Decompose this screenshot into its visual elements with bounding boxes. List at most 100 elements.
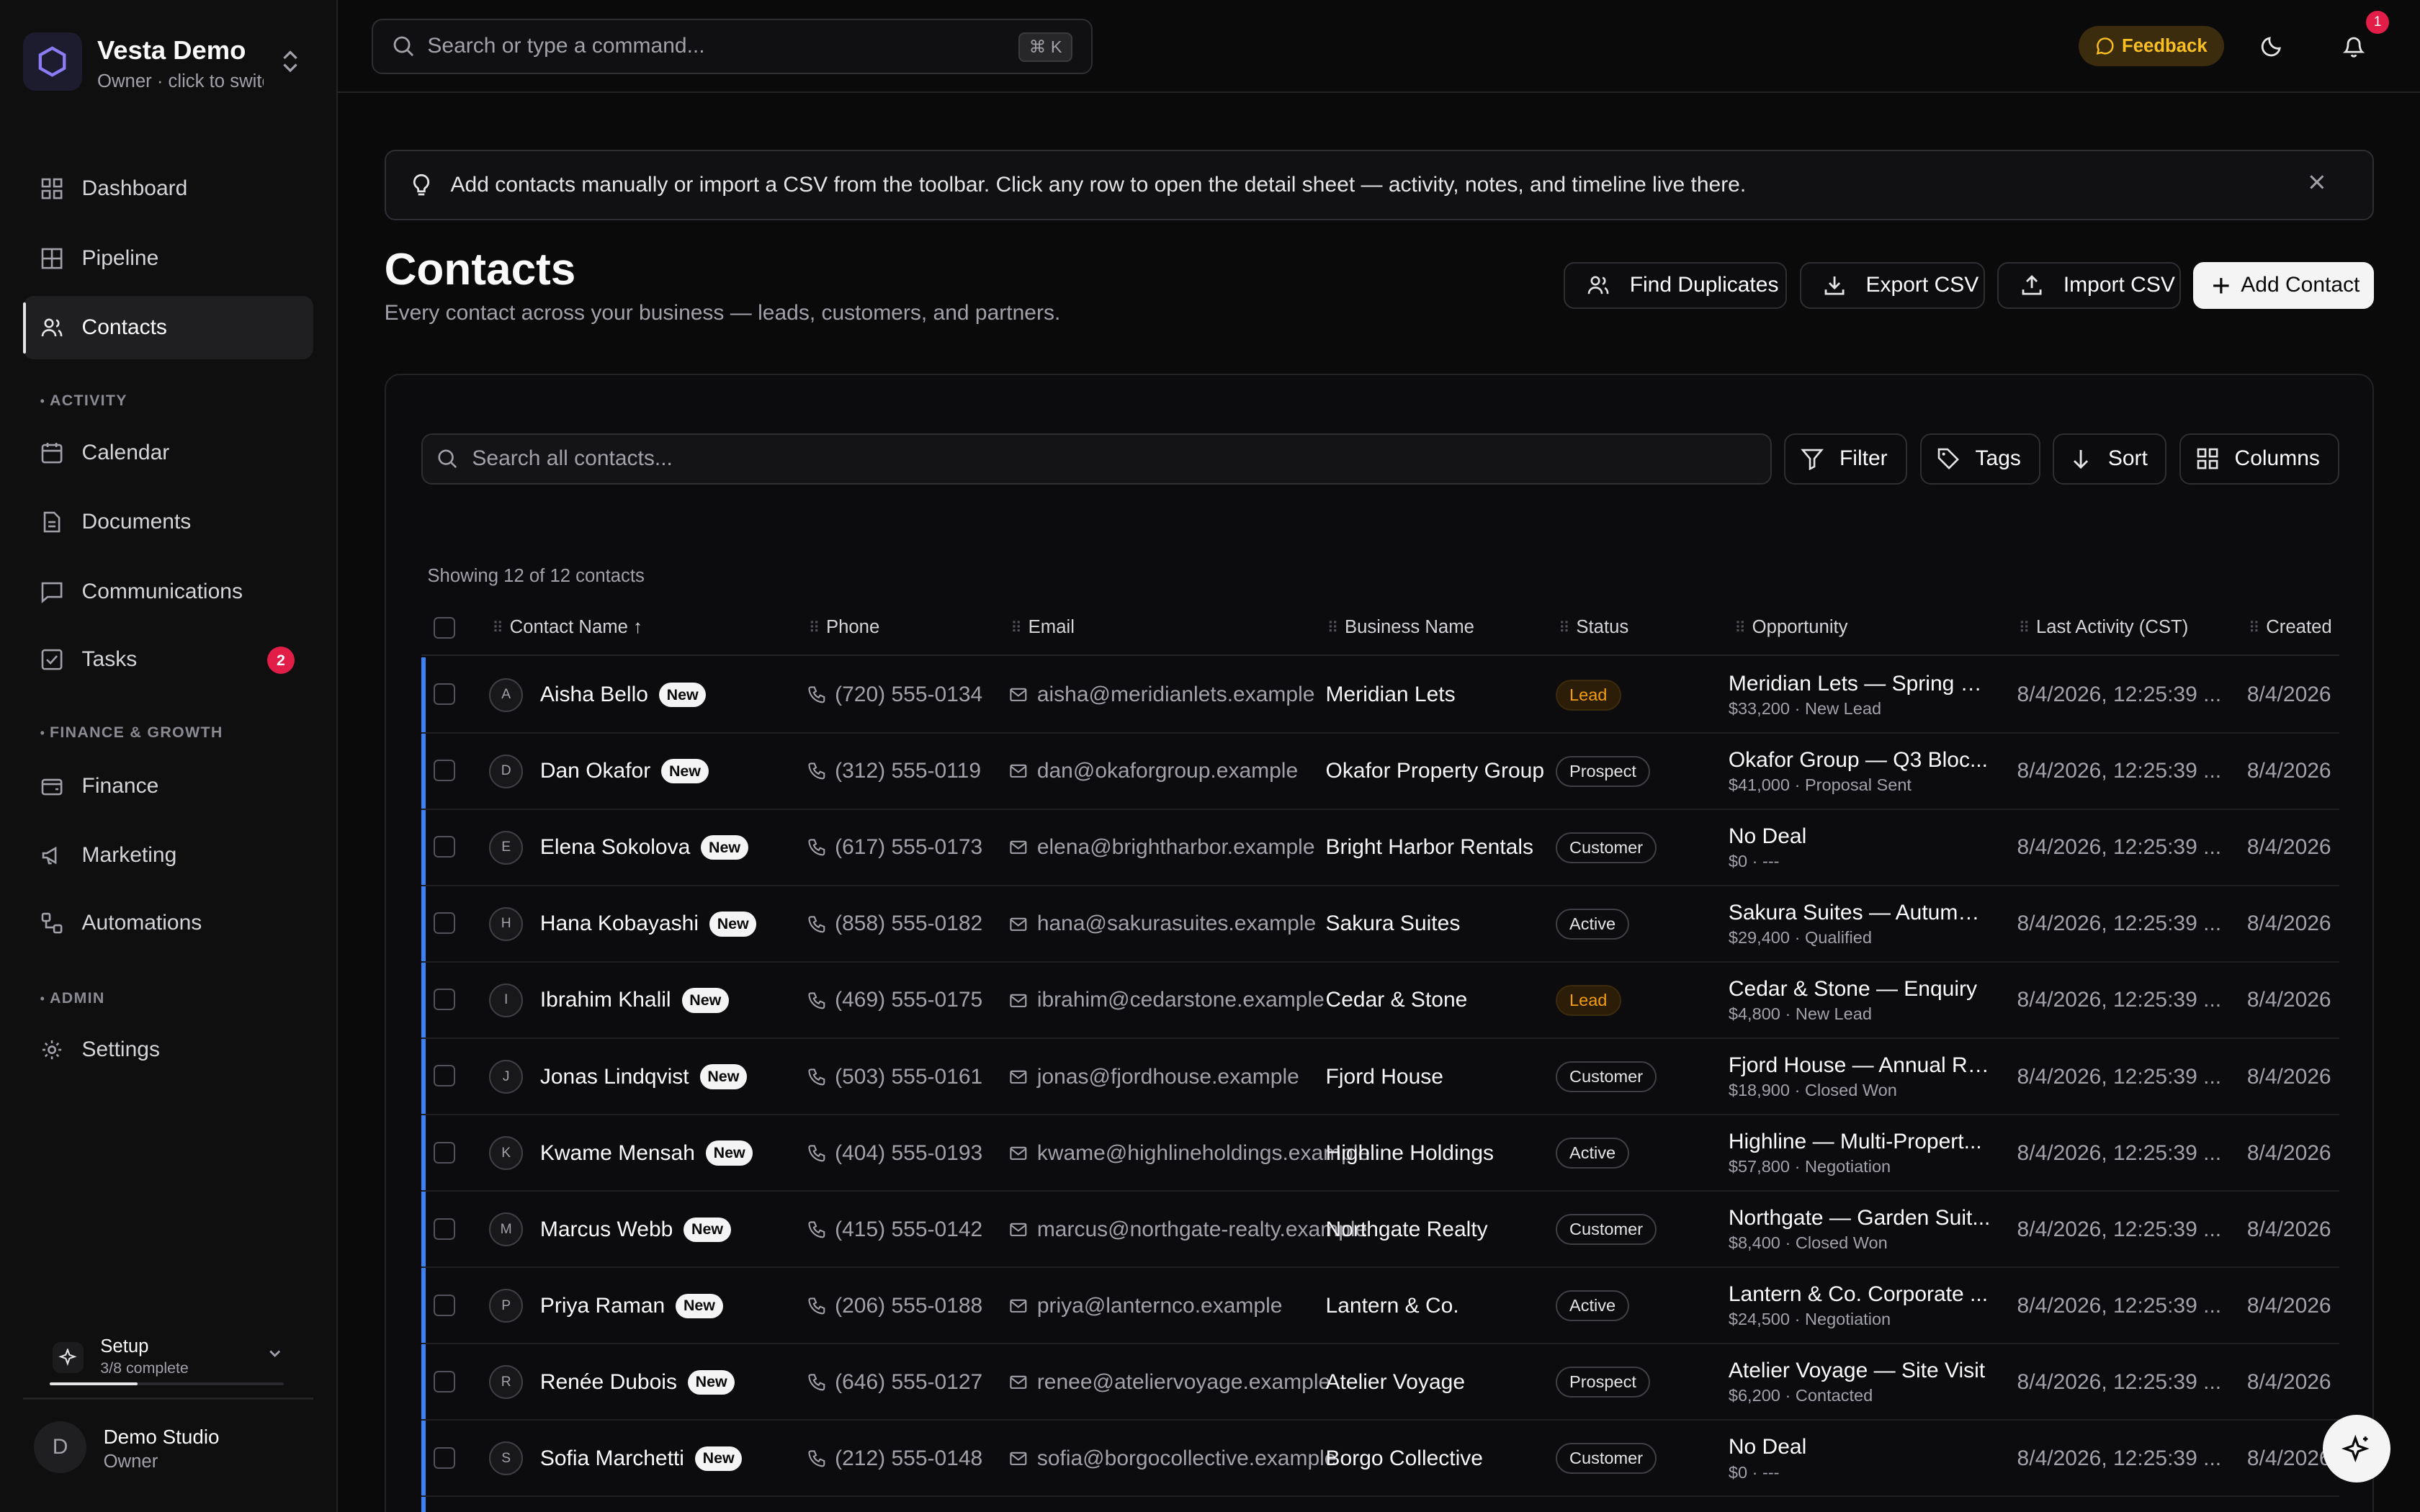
contact-name[interactable]: Hana Kobayashi xyxy=(540,912,699,936)
sidebar-item-communications[interactable]: Communications xyxy=(23,560,313,624)
table-row[interactable]: E Elena Sokolova New (617) 555-0173 elena@br… xyxy=(421,810,2340,886)
table-row[interactable]: M Marcus Webb New (415) 555-0142 marcus@nort… xyxy=(421,1192,2340,1269)
contact-phone[interactable]: (646) 555-0127 xyxy=(835,1370,982,1395)
column-header-last-activity[interactable]: ⠿ Last Activity (CST) xyxy=(2019,617,2189,638)
column-header-business-name[interactable]: ⠿ Business Name xyxy=(1327,617,1474,638)
sidebar-item-contacts[interactable]: Contacts xyxy=(23,296,313,360)
contact-name[interactable]: Priya Raman xyxy=(540,1294,665,1318)
row-checkbox[interactable] xyxy=(433,1065,455,1087)
row-checkbox[interactable] xyxy=(433,1141,455,1164)
contact-email[interactable]: ibrahim@cedarstone.example xyxy=(1037,988,1325,1012)
opportunity-title[interactable]: Lantern & Co. Corporate ... xyxy=(1729,1282,1991,1307)
close-icon[interactable] xyxy=(2308,173,2326,192)
sidebar-item-finance[interactable]: Finance xyxy=(23,755,313,818)
filter-button[interactable]: Filter xyxy=(1783,433,1908,485)
opportunity-title[interactable]: Atelier Voyage — Site Visit xyxy=(1729,1359,1991,1383)
find-duplicates-button[interactable]: Find Duplicates xyxy=(1563,262,1788,309)
drag-handle-icon[interactable]: ⠿ xyxy=(2249,619,2260,636)
contact-name[interactable]: Sofia Marchetti xyxy=(540,1446,684,1471)
contact-phone[interactable]: (404) 555-0193 xyxy=(835,1141,982,1166)
columns-button[interactable]: Columns xyxy=(2179,433,2340,485)
opportunity-title[interactable]: Fjord House — Annual Re... xyxy=(1729,1053,1991,1078)
contact-email[interactable]: sofia@borgocollective.example xyxy=(1037,1446,1337,1471)
row-checkbox[interactable] xyxy=(433,683,455,706)
drag-handle-icon[interactable]: ⠿ xyxy=(2019,619,2030,636)
row-checkbox[interactable] xyxy=(433,1218,455,1240)
row-checkbox[interactable] xyxy=(433,1446,455,1469)
contact-email[interactable]: kwame@highlineholdings.example xyxy=(1037,1141,1370,1166)
contact-name[interactable]: Kwame Mensah xyxy=(540,1141,695,1166)
contact-phone[interactable]: (720) 555-0134 xyxy=(835,683,982,707)
sort-button[interactable]: Sort xyxy=(2052,433,2167,485)
contact-email[interactable]: elena@brightharbor.example xyxy=(1037,835,1315,860)
sidebar-item-documents[interactable]: Documents xyxy=(23,490,313,554)
setup-progress[interactable]: Setup 3/8 complete xyxy=(49,1330,297,1392)
theme-toggle-button[interactable] xyxy=(2255,30,2289,63)
contacts-search-input[interactable]: Search all contacts... xyxy=(421,433,1772,485)
opportunity-title[interactable]: No Deal xyxy=(1729,824,1991,849)
drag-handle-icon[interactable]: ⠿ xyxy=(1010,619,1022,636)
contact-phone[interactable]: (206) 555-0188 xyxy=(835,1294,982,1318)
contact-email[interactable]: hana@sakurasuites.example xyxy=(1037,912,1316,936)
row-checkbox[interactable] xyxy=(433,1294,455,1316)
workspace-switcher[interactable]: Vesta Demo Owner · click to switch xyxy=(23,30,332,97)
contact-name[interactable]: Ibrahim Khalil xyxy=(540,988,671,1012)
column-header-phone[interactable]: ⠿ Phone xyxy=(809,617,880,638)
contact-name[interactable]: Renée Dubois xyxy=(540,1370,677,1395)
table-row[interactable]: K Kwame Mensah New (404) 555-0193 kwame@high… xyxy=(421,1115,2340,1192)
drag-handle-icon[interactable]: ⠿ xyxy=(1327,619,1339,636)
opportunity-title[interactable]: Okafor Group — Q3 Bloc... xyxy=(1729,748,1991,773)
table-row[interactable]: P Priya Raman New (206) 555-0188 priya@lante… xyxy=(421,1268,2340,1345)
column-header-opportunity[interactable]: ⠿ Opportunity xyxy=(1734,617,1847,638)
drag-handle-icon[interactable]: ⠿ xyxy=(1734,619,1746,636)
opportunity-title[interactable]: Sakura Suites — Autumn ... xyxy=(1729,901,1991,925)
table-row[interactable]: S Sofia Marchetti New (212) 555-0148 sofia@b… xyxy=(421,1421,2340,1498)
sidebar-item-tasks[interactable]: Tasks 2 xyxy=(23,628,313,691)
sidebar-item-settings[interactable]: Settings xyxy=(23,1018,313,1081)
opportunity-title[interactable]: Meridian Lets — Spring B... xyxy=(1729,672,1991,696)
drag-handle-icon[interactable]: ⠿ xyxy=(809,619,820,636)
export-csv-button[interactable]: Export CSV xyxy=(1799,262,1985,309)
sidebar-item-dashboard[interactable]: Dashboard xyxy=(23,158,313,221)
sidebar-item-pipeline[interactable]: Pipeline xyxy=(23,227,313,290)
opportunity-title[interactable]: No Deal xyxy=(1729,1435,1991,1459)
table-row[interactable]: D Dan Okafor New (312) 555-0119 dan@okaforgr… xyxy=(421,734,2340,810)
contact-name[interactable]: Elena Sokolova xyxy=(540,835,690,860)
column-header-contact-name[interactable]: ⠿ Contact Name ↑ xyxy=(492,617,642,638)
row-checkbox[interactable] xyxy=(433,989,455,1011)
opportunity-title[interactable]: Northgate — Garden Suit... xyxy=(1729,1206,1991,1230)
table-row[interactable]: R Renée Dubois New (646) 555-0127 renee@atel… xyxy=(421,1344,2340,1421)
opportunity-title[interactable]: Cedar & Stone — Enquiry xyxy=(1729,977,1991,1002)
drag-handle-icon[interactable]: ⠿ xyxy=(492,619,503,636)
feedback-button[interactable]: Feedback xyxy=(2079,26,2224,67)
sidebar-item-marketing[interactable]: Marketing xyxy=(23,824,313,887)
contact-phone[interactable]: (469) 555-0175 xyxy=(835,988,982,1012)
notifications-button[interactable] xyxy=(2336,30,2370,63)
column-header-status[interactable]: ⠿ Status xyxy=(1559,617,1628,638)
sidebar-item-calendar[interactable]: Calendar xyxy=(23,421,313,485)
table-row[interactable]: H Hana Kobayashi New (858) 555-0182 hana@sak… xyxy=(421,886,2340,963)
import-csv-button[interactable]: Import CSV xyxy=(1996,262,2181,309)
table-row[interactable]: I Ibrahim Khalil New (469) 555-0175 ibrahim@… xyxy=(421,963,2340,1040)
sidebar-item-automations[interactable]: Automations xyxy=(23,892,313,955)
select-all-checkbox[interactable] xyxy=(433,616,455,639)
table-row[interactable]: A Aisha Bello New (720) 555-0134 aisha@merid… xyxy=(421,657,2340,734)
add-contact-button[interactable]: Add Contact xyxy=(2193,262,2374,309)
contact-email[interactable]: renee@ateliervoyage.example xyxy=(1037,1370,1330,1395)
contact-email[interactable]: aisha@meridianlets.example xyxy=(1037,683,1315,707)
row-checkbox[interactable] xyxy=(433,836,455,858)
row-checkbox[interactable] xyxy=(433,912,455,935)
contact-phone[interactable]: (503) 555-0161 xyxy=(835,1065,982,1089)
table-row[interactable]: J Jonas Lindqvist New (503) 555-0161 jonas@f… xyxy=(421,1039,2340,1116)
contact-name[interactable]: Jonas Lindqvist xyxy=(540,1065,689,1089)
column-header-email[interactable]: ⠿ Email xyxy=(1010,617,1075,638)
contact-phone[interactable]: (212) 555-0148 xyxy=(835,1446,982,1471)
contact-email[interactable]: jonas@fjordhouse.example xyxy=(1037,1065,1299,1089)
contact-phone[interactable]: (617) 555-0173 xyxy=(835,835,982,860)
contact-phone[interactable]: (858) 555-0182 xyxy=(835,912,982,936)
column-header-created[interactable]: ⠿ Created xyxy=(2249,617,2332,638)
row-checkbox[interactable] xyxy=(433,1370,455,1392)
contact-phone[interactable]: (312) 555-0119 xyxy=(835,759,981,783)
contact-email[interactable]: dan@okaforgroup.example xyxy=(1037,759,1298,783)
tags-button[interactable]: Tags xyxy=(1919,433,2040,485)
